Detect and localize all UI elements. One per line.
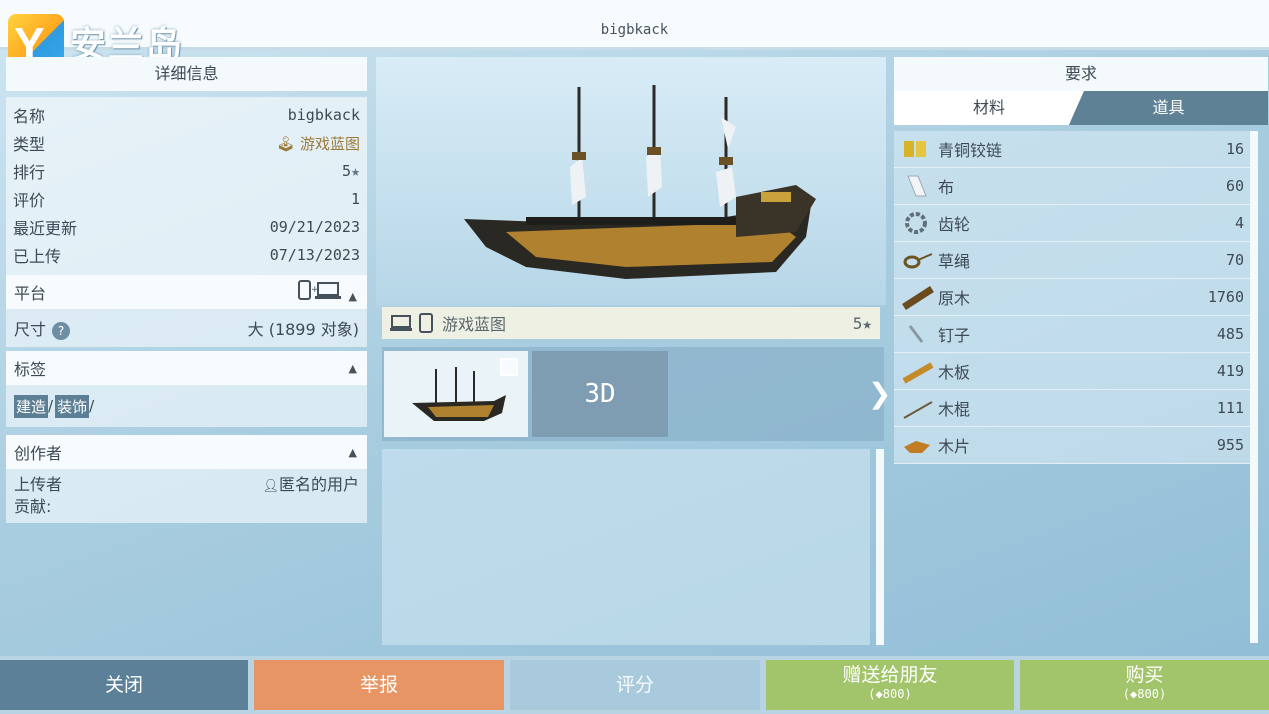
gear-icon (900, 209, 934, 237)
view-3d-button[interactable]: 3D (532, 351, 668, 437)
mobile-pc-icon: + (298, 280, 342, 300)
tags-section[interactable]: 标签 ▲ (6, 351, 367, 385)
help-icon[interactable]: ? (52, 322, 71, 340)
platform-section[interactable]: 平台 + ▲ (6, 275, 367, 309)
stick-icon (900, 394, 934, 422)
ship-model (464, 85, 816, 279)
buy-button[interactable]: 购买 (◆800) (1020, 660, 1269, 710)
material-count: 485 (1216, 325, 1244, 343)
material-name: 钉子 (938, 326, 971, 345)
materials-scrollbar[interactable] (1250, 131, 1258, 643)
material-row[interactable]: 布 60 (894, 168, 1250, 205)
creator-info: 上传者 👤︎匿名的用户 贡献: (6, 469, 367, 523)
description-scrollbar[interactable] (876, 449, 884, 645)
requirements-tabs: 道具 材料 (894, 91, 1268, 125)
description-area (382, 449, 870, 645)
tags-list: 建造 / 装饰 / (6, 385, 367, 427)
diamond-icon: ◆ (875, 687, 883, 701)
details-header: 详细信息 (6, 57, 367, 91)
tag-build[interactable]: 建造 (14, 394, 49, 418)
material-row[interactable]: 木片 955 (894, 427, 1250, 464)
material-count: 60 (1225, 177, 1244, 195)
close-button[interactable]: 关闭 (0, 660, 248, 710)
hinge-icon (900, 135, 934, 163)
material-name: 木片 (938, 437, 971, 456)
star-icon: ★ (862, 313, 872, 333)
material-row[interactable]: 木棍 111 (894, 390, 1250, 427)
star-icon: ★ (350, 162, 360, 180)
material-row[interactable]: 原木 1760 (894, 279, 1250, 316)
thumbnail-checkbox[interactable] (500, 358, 518, 376)
material-name: 齿轮 (938, 215, 971, 234)
plank-icon (900, 357, 934, 385)
material-name: 原木 (938, 289, 971, 308)
user-icon: 👤︎ (262, 479, 279, 494)
detail-row-type: 类型 🕹︎ 游戏蓝图 (13, 134, 360, 155)
rope-icon (900, 246, 934, 274)
log-icon (900, 283, 934, 311)
pc-icon (390, 315, 412, 331)
materials-list: 青铜铰链 16 布 60 齿轮 4 草绳 70 原木 1760 钉子 485 木板 419 木棍 111 木片 9… (894, 131, 1250, 464)
mobile-icon (419, 313, 433, 333)
thumbnail-strip: ❮ 3D ❯ (382, 347, 891, 441)
material-row[interactable]: 齿轮 4 (894, 205, 1250, 242)
joystick-icon: 🕹︎ (276, 134, 296, 153)
material-count: 419 (1216, 362, 1244, 380)
size-row: 尺寸? 大 (1899 对象) (6, 309, 367, 347)
detail-row-updated: 最近更新 09/21/2023 (13, 218, 360, 238)
details-panel: 详细信息 名称 bigbkack 类型 🕹︎ 游戏蓝图 排行 5★ 评价 1 最… (6, 57, 367, 647)
tab-materials[interactable]: 材料 (894, 91, 1084, 125)
action-bar: 关闭 举报 评分 赠送给朋友 (◆800) 购买 (◆800) (0, 656, 1269, 714)
details-info: 名称 bigbkack 类型 🕹︎ 游戏蓝图 排行 5★ 评价 1 最近更新 0… (6, 97, 367, 275)
material-count: 16 (1225, 140, 1244, 158)
material-row[interactable]: 钉子 485 (894, 316, 1250, 353)
requirements-panel: 要求 道具 材料 青铜铰链 16 布 60 齿轮 4 草绳 70 原木 1760 钉子 485 木板 41… (894, 57, 1268, 647)
chevron-right-icon[interactable]: ❯ (868, 377, 891, 410)
material-count: 111 (1216, 399, 1244, 417)
material-name: 青铜铰链 (938, 141, 1003, 160)
ship-preview-image[interactable] (376, 57, 886, 305)
material-row[interactable]: 草绳 70 (894, 242, 1250, 279)
collapse-icon[interactable]: ▲ (349, 290, 357, 303)
material-name: 布 (938, 178, 955, 197)
tag-decoration[interactable]: 装饰 (55, 394, 90, 418)
collapse-icon[interactable]: ▲ (349, 362, 357, 375)
material-row[interactable]: 青铜铰链 16 (894, 131, 1250, 168)
material-count: 955 (1216, 436, 1244, 454)
creator-section[interactable]: 创作者 ▲ (6, 435, 367, 469)
type-bar: 游戏蓝图 5★ (382, 307, 880, 339)
material-count: 1760 (1207, 288, 1244, 306)
detail-row-name: 名称 bigbkack (13, 106, 360, 126)
material-name: 木板 (938, 363, 971, 382)
tab-tools[interactable]: 道具 (1069, 91, 1268, 125)
material-count: 70 (1225, 251, 1244, 269)
detail-row-rating: 评价 1 (13, 190, 360, 210)
cloth-icon (900, 172, 934, 200)
material-name: 草绳 (938, 252, 971, 271)
collapse-icon[interactable]: ▲ (349, 446, 357, 459)
wood-chip-icon (900, 431, 934, 459)
gift-to-friend-button[interactable]: 赠送给朋友 (◆800) (766, 660, 1014, 710)
detail-row-rank: 排行 5★ (13, 162, 360, 182)
detail-row-uploaded: 已上传 07/13/2023 (13, 246, 360, 266)
thumbnail-1[interactable] (384, 351, 528, 437)
requirements-header: 要求 (894, 57, 1268, 91)
nail-icon (900, 320, 934, 348)
material-count: 4 (1234, 214, 1244, 232)
rate-button[interactable]: 评分 (510, 660, 760, 710)
material-row[interactable]: 木板 419 (894, 353, 1250, 390)
preview-panel: 游戏蓝图 5★ ❮ 3D ❯ (376, 57, 891, 647)
report-button[interactable]: 举报 (254, 660, 504, 710)
material-name: 木棍 (938, 400, 971, 419)
